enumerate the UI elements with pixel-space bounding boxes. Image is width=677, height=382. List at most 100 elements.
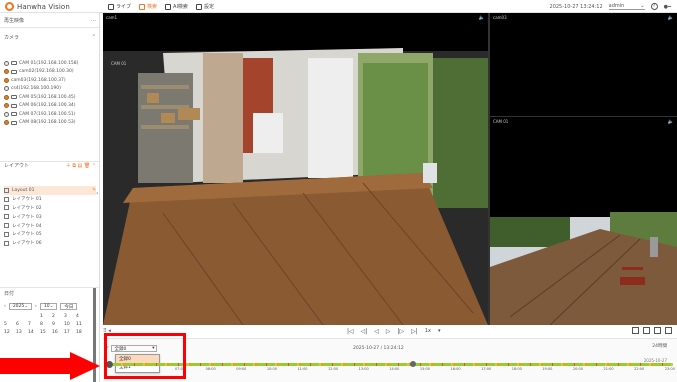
calendar-day[interactable]: 10	[64, 322, 76, 327]
layout-list: Layout 01 ✎ レイアウト 01 レイアウト 02 レイアウト 03 レイ…	[4, 186, 96, 248]
video-tile-2[interactable]: cam03 🔈	[490, 13, 677, 116]
chevron-down-icon[interactable]: ▾	[438, 328, 441, 335]
speed-select[interactable]: 1x	[425, 328, 431, 335]
calendar-day[interactable]: 8	[40, 322, 52, 327]
chevron-up-icon[interactable]: ⌃	[92, 34, 96, 41]
calendar-day[interactable]: 13	[16, 330, 28, 335]
tick-label: 22:00	[634, 367, 645, 371]
layout-item[interactable]: レイアウト 01	[4, 195, 96, 204]
layout-section-header: レイアウト＋ ⧉ ▤ 🗑 ⌃	[4, 162, 96, 169]
camera-icon	[4, 69, 9, 75]
step-forward-icon[interactable]: |▷	[398, 328, 405, 335]
fullscreen-icon[interactable]	[665, 327, 672, 334]
today-button[interactable]: 今日	[60, 303, 78, 310]
grid-view-icon[interactable]	[654, 327, 661, 334]
highlight-box	[104, 333, 186, 379]
recording-bar[interactable]	[113, 363, 673, 366]
calendar-day[interactable]: 2	[52, 314, 64, 319]
tick-label: 19:00	[542, 367, 553, 371]
calendar-day[interactable]: 4	[76, 314, 88, 319]
calendar-day[interactable]: 18	[76, 330, 88, 335]
layout-icon	[4, 240, 9, 246]
view-buttons	[632, 327, 672, 334]
calendar-day[interactable]: 6	[16, 322, 28, 327]
layout-item[interactable]: レイアウト 05	[4, 230, 96, 239]
calendar-day[interactable]	[4, 314, 16, 319]
calendar-day[interactable]: 5	[4, 322, 16, 327]
tick-label: 09:00	[236, 367, 247, 371]
camera-item[interactable]: CAM 07(192.168.100.51)	[4, 110, 96, 119]
rewind-icon[interactable]: ◁	[374, 328, 379, 335]
tick-label: 13:00	[358, 367, 369, 371]
calendar-day[interactable]: 3	[64, 314, 76, 319]
calendar-day[interactable]	[28, 314, 40, 319]
layout-icon	[4, 205, 9, 211]
camera-section-header[interactable]: カメラ ⌃	[4, 34, 96, 41]
single-view-icon[interactable]	[643, 327, 650, 334]
calendar-day[interactable]: 9	[52, 322, 64, 327]
calendar: ‹ 2025 ⌄ › 10 ⌄ 今日 1234 5 6 7 8 9 10 11 12 13 14 15…	[4, 303, 94, 335]
camera-item[interactable]: cam03(192.168.100.37)	[4, 76, 96, 85]
playback-controls: ⠿ ◂ |◁ ◁| ◁ ▷ |▷ ▷| 1x ▾	[103, 325, 677, 339]
calendar-day[interactable]	[16, 314, 28, 319]
layout-item[interactable]: Layout 01 ✎	[4, 186, 96, 195]
tile-label: cam1	[106, 15, 118, 20]
layout-actions[interactable]: ＋ ⧉ ▤ 🗑 ⌃	[66, 162, 96, 169]
speaker-icon[interactable]: 🔈	[479, 15, 485, 21]
layout-item[interactable]: レイアウト 02	[4, 204, 96, 213]
calendar-day[interactable]: 17	[64, 330, 76, 335]
calendar-day[interactable]: 7	[28, 322, 40, 327]
camera-item[interactable]: cam02(192.168.100.30)	[4, 68, 96, 77]
zoom-level[interactable]: 24時間	[652, 343, 667, 349]
layout-item[interactable]: レイアウト 04	[4, 221, 96, 230]
skip-end-icon[interactable]: ▷|	[411, 328, 418, 335]
tick-label: 16:00	[450, 367, 461, 371]
camera-item[interactable]: CAM 08(192.168.100.53)	[4, 119, 96, 128]
camera-item[interactable]: CAM 06(192.168.100.34)	[4, 102, 96, 111]
layout-item[interactable]: レイアウト 06	[4, 239, 96, 248]
step-back-icon[interactable]: ◁|	[361, 328, 368, 335]
prev-month-icon[interactable]: ‹	[4, 304, 6, 309]
tick-label: 08:00	[205, 367, 216, 371]
tick-label: 18:00	[511, 367, 522, 371]
calendar-day[interactable]: 16	[52, 330, 64, 335]
calendar-day[interactable]: 14	[28, 330, 40, 335]
nav-settings[interactable]: 設定	[195, 3, 214, 10]
nav-ai-search[interactable]: AI検索	[165, 3, 188, 10]
top-right: 2025-10-27 13:24:12 admin ⌄ ? ●━	[550, 3, 671, 10]
tile-label: CAM 01	[493, 119, 509, 124]
video-tile-3[interactable]: CAM 01 🔈	[490, 117, 677, 325]
camera-item[interactable]: cs4(192.168.100.190)	[4, 85, 96, 94]
camera-icon	[4, 86, 9, 92]
nav-search[interactable]: 検索	[139, 3, 157, 10]
date-section-header[interactable]: 日付⌄	[4, 290, 96, 297]
nav-live[interactable]: ライブ	[108, 3, 131, 10]
camera-icon	[108, 3, 114, 10]
camera-type-icon	[11, 112, 17, 117]
speaker-icon[interactable]: 🔈	[668, 119, 674, 125]
export-icon[interactable]	[632, 327, 639, 334]
calendar-day[interactable]: 12	[4, 330, 16, 335]
layout-icon	[4, 196, 9, 202]
camera-icon	[4, 94, 9, 100]
layout-item[interactable]: レイアウト 03	[4, 212, 96, 221]
year-select[interactable]: 2025 ⌄	[8, 303, 33, 310]
speaker-icon[interactable]: 🔈	[668, 15, 674, 21]
month-select[interactable]: 10 ⌄	[39, 303, 58, 310]
tick-label: 11:00	[297, 367, 308, 371]
power-icon[interactable]: ●━	[664, 4, 671, 10]
skip-start-icon[interactable]: |◁	[347, 328, 354, 335]
camera-item[interactable]: CAM 05(192.168.100.45)	[4, 93, 96, 102]
calendar-day[interactable]: 1	[40, 314, 52, 319]
calendar-day[interactable]: 15	[40, 330, 52, 335]
next-month-icon[interactable]: ›	[35, 304, 37, 309]
camera-type-icon	[11, 61, 17, 66]
help-icon[interactable]: ?	[650, 3, 658, 10]
camera-item[interactable]: CAM 01(192.168.100.158)	[4, 59, 96, 68]
video-tile-main[interactable]: cam1 CAM 01 🔈	[103, 13, 488, 325]
user-select[interactable]: admin ⌄	[608, 3, 645, 10]
sidebar-collapse-icon[interactable]: ‹	[96, 190, 98, 197]
play-icon[interactable]: ▷	[386, 328, 391, 335]
calendar-day[interactable]: 11	[76, 322, 88, 327]
more-icon[interactable]: …	[91, 17, 96, 24]
